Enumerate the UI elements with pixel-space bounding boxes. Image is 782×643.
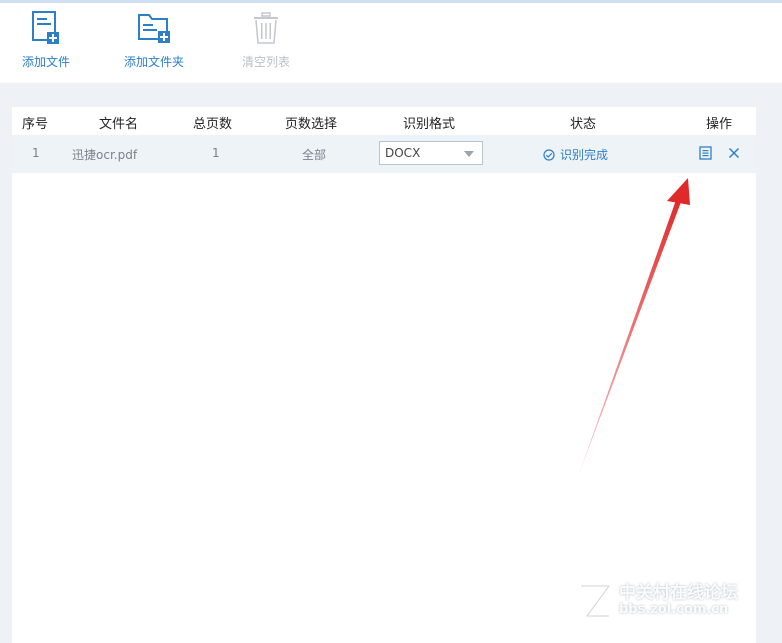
document-icon[interactable] [699, 146, 712, 160]
table-header: 序号 文件名 总页数 页数选择 识别格式 状态 操作 [12, 107, 756, 135]
add-folder-label: 添加文件夹 [123, 55, 184, 69]
check-circle-icon [543, 149, 555, 161]
add-folder-icon [138, 14, 170, 43]
header-filename: 文件名 [99, 117, 139, 132]
format-select-value: DOCX [385, 146, 421, 160]
add-file-button[interactable]: 添加文件 [16, 11, 76, 70]
table-row[interactable]: 1 迅捷ocr.pdf 1 全部 DOCX 识别完成 [12, 135, 756, 173]
header-total-pages: 总页数 [193, 117, 233, 132]
format-select[interactable]: DOCX [379, 141, 483, 165]
add-file-icon [32, 11, 59, 44]
add-folder-button[interactable]: 添加文件夹 [118, 11, 190, 70]
header-page-select: 页数选择 [285, 117, 338, 132]
clear-list-label: 清空列表 [241, 55, 290, 69]
row-filename: 迅捷ocr.pdf [72, 148, 138, 162]
close-icon[interactable] [728, 147, 740, 159]
header-format: 识别格式 [403, 117, 456, 132]
trash-icon [254, 12, 278, 44]
chevron-down-icon [464, 151, 474, 157]
row-index: 1 [32, 146, 40, 160]
header-status: 状态 [570, 117, 597, 132]
add-file-label: 添加文件 [21, 55, 70, 69]
header-index: 序号 [22, 117, 49, 132]
row-page-select[interactable]: 全部 [302, 146, 326, 163]
row-total-pages: 1 [212, 146, 220, 160]
header-actions: 操作 [706, 117, 733, 132]
toolbar: 添加文件 添加文件夹 清空列表 [0, 3, 782, 83]
clear-list-button[interactable]: 清空列表 [236, 11, 296, 70]
file-list-panel: 序号 文件名 总页数 页数选择 识别格式 状态 操作 1 迅捷ocr.pdf 1… [12, 107, 756, 643]
status-text: 识别完成 [560, 148, 609, 162]
status-badge: 识别完成 [543, 146, 608, 163]
